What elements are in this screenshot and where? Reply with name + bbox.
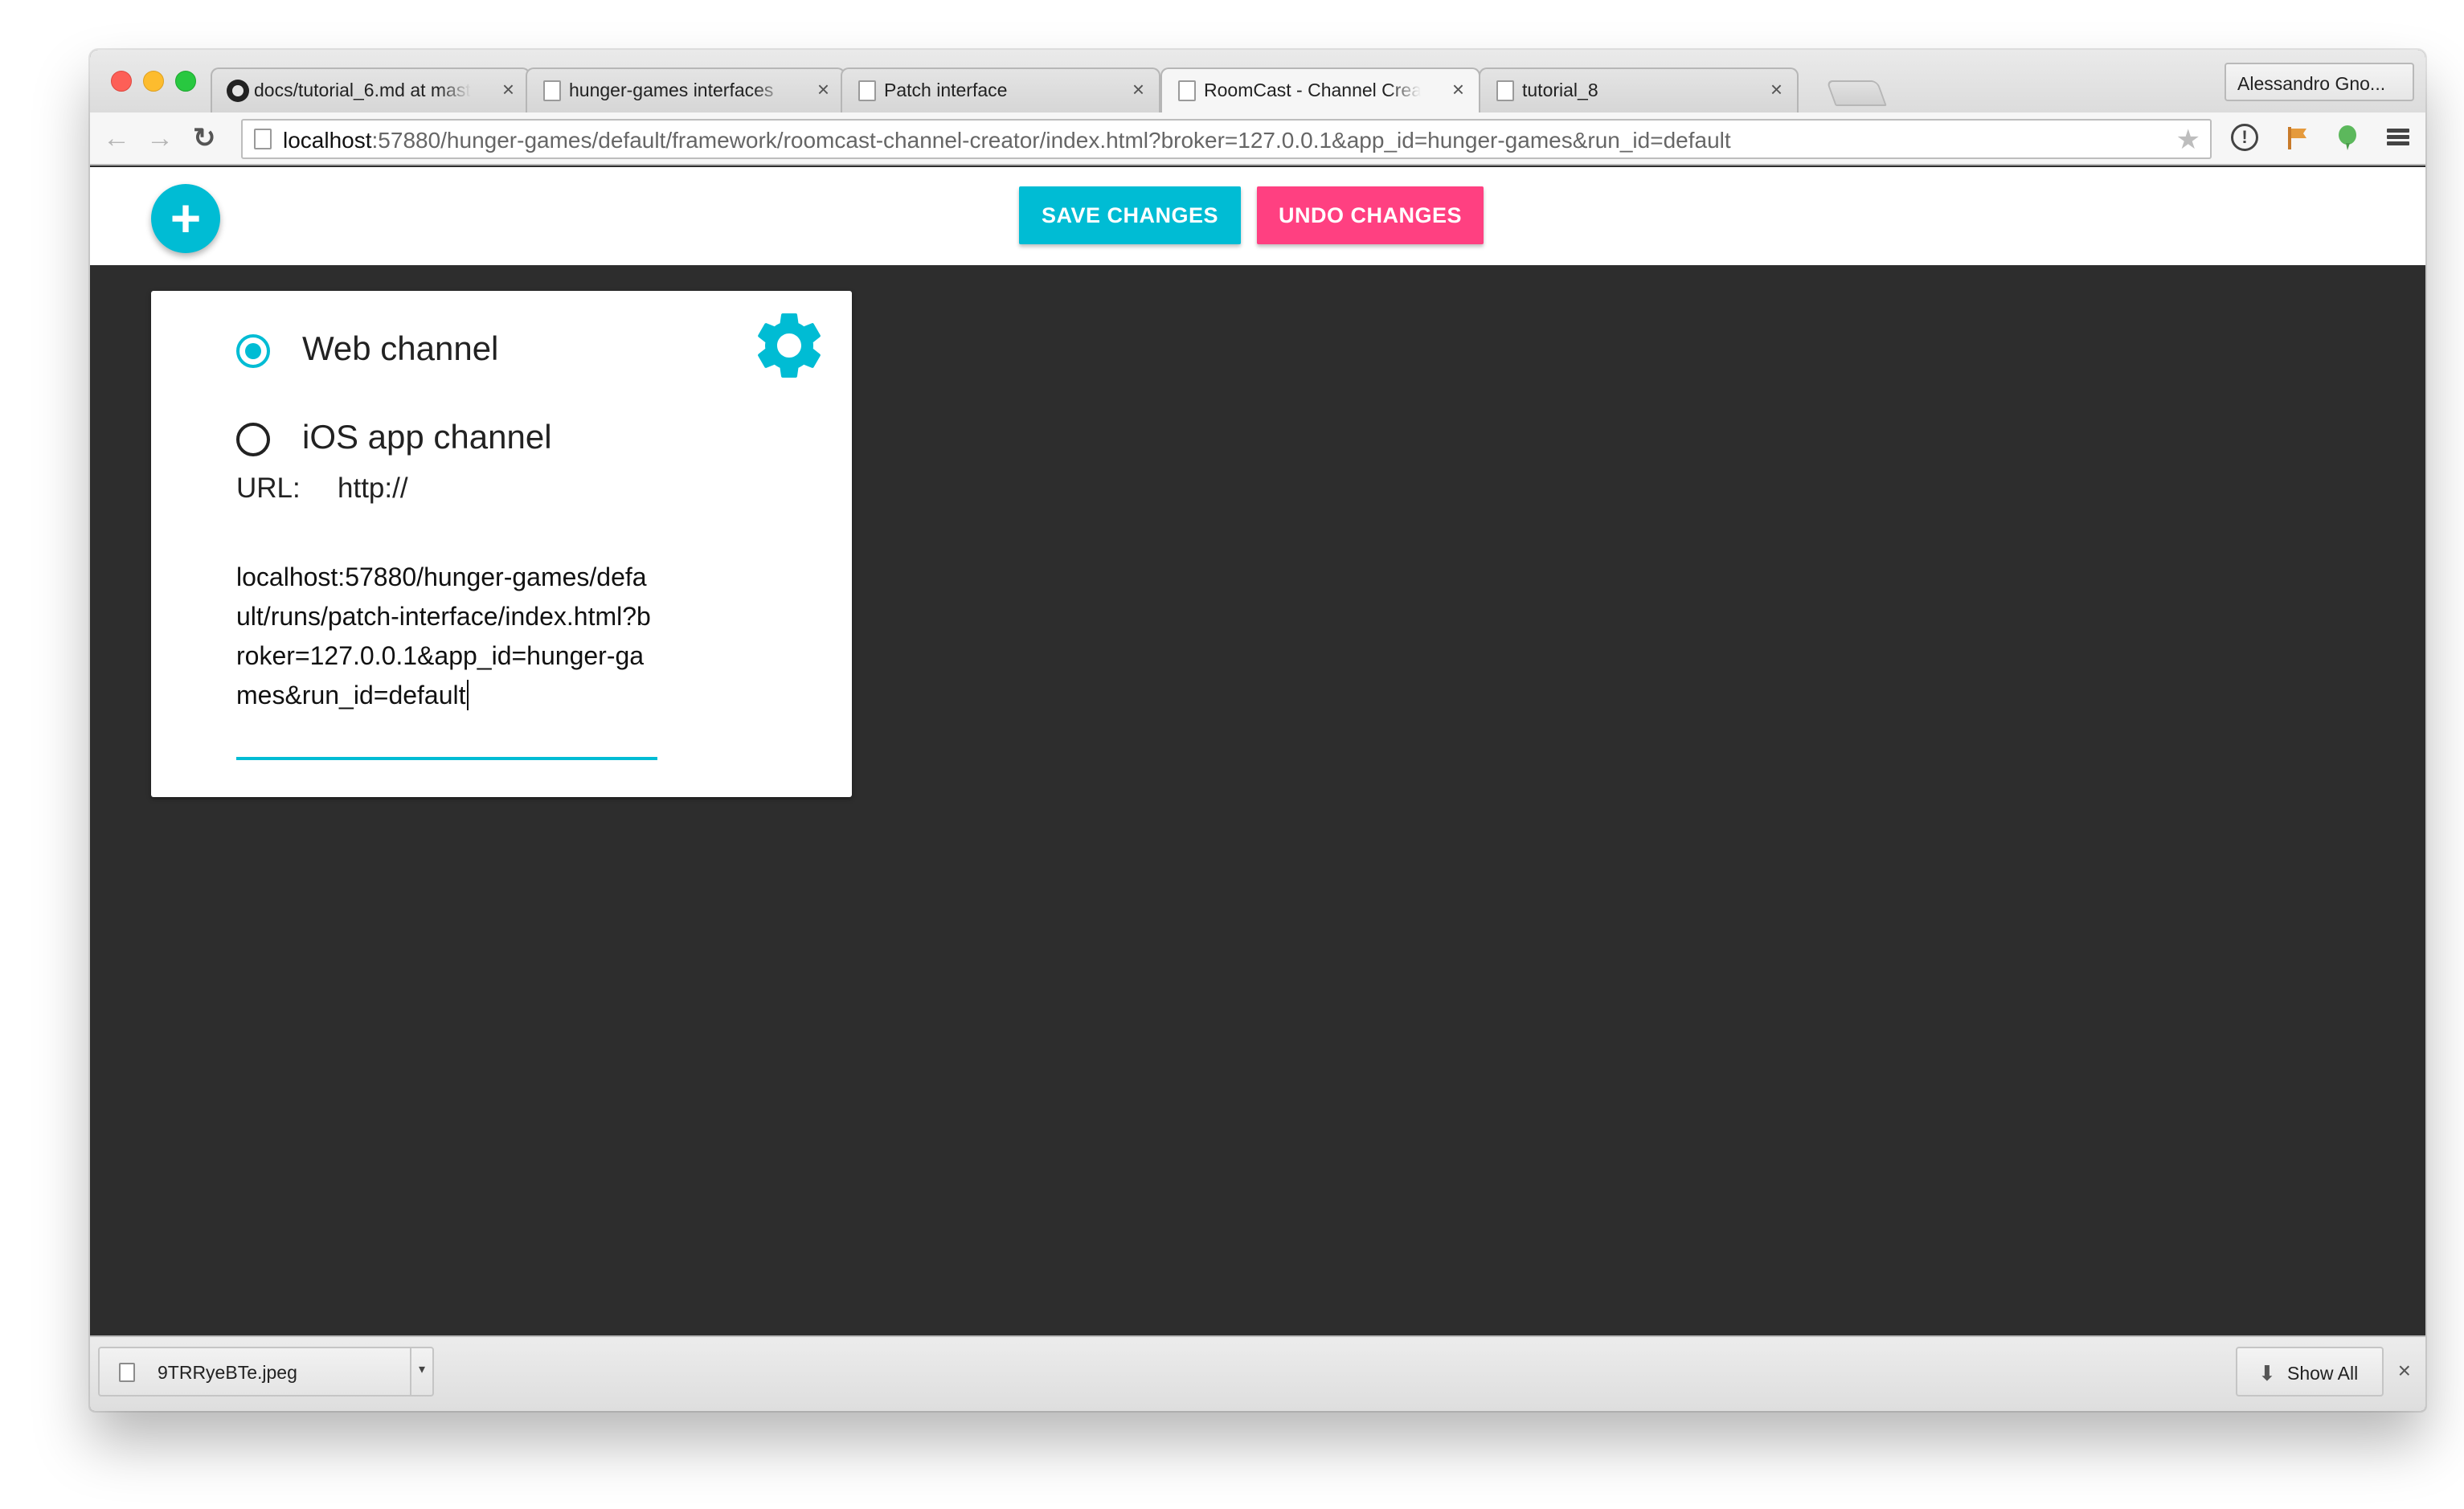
page-icon (1178, 80, 1196, 101)
url-textarea[interactable]: localhost:57880/hunger-games/default/run… (236, 558, 657, 715)
show-all-label: Show All (2287, 1363, 2359, 1384)
tab-close-icon[interactable]: × (1770, 77, 1783, 102)
github-icon (227, 80, 249, 102)
tab-close-icon[interactable]: × (502, 77, 514, 102)
tab-tutorial-6[interactable]: docs/tutorial_6.md at master × (211, 67, 530, 112)
page-icon (254, 129, 272, 149)
url-value: localhost:57880/hunger-games/default/run… (236, 562, 651, 710)
page-header: + SAVE CHANGES UNDO CHANGES (90, 167, 2425, 265)
show-all-downloads-button[interactable]: ⬇ Show All (2236, 1347, 2384, 1397)
channels-area: Web channel iOS app channel URL: http://… (90, 265, 2425, 1335)
zoom-window-button[interactable] (175, 71, 196, 92)
profile-button[interactable]: Alessandro Gno... (2225, 63, 2414, 101)
ios-channel-label: iOS app channel (302, 418, 552, 456)
address-url[interactable]: localhost:57880/hunger-games/default/fra… (283, 128, 1731, 153)
download-arrow-icon: ⬇ (2258, 1361, 2276, 1385)
channel-card: Web channel iOS app channel URL: http://… (151, 291, 852, 797)
download-item[interactable]: 9TRRyeBTe.jpeg ▾ (98, 1347, 434, 1397)
browser-toolbar: ← → ↻ localhost:57880/hunger-games/defau… (90, 112, 2425, 166)
address-path: :57880/hunger-games/default/framework/ro… (371, 128, 1731, 153)
web-channel-radio[interactable] (236, 334, 270, 368)
tab-patch-interface[interactable]: Patch interface × (841, 67, 1160, 112)
ios-channel-radio[interactable] (236, 423, 270, 456)
evernote-icon[interactable] (2334, 124, 2361, 151)
add-channel-button[interactable]: + (151, 184, 220, 253)
tab-strip: docs/tutorial_6.md at master × hunger-ga… (90, 50, 2425, 112)
address-bar[interactable]: localhost:57880/hunger-games/default/fra… (241, 119, 2212, 159)
bookmark-star-icon[interactable]: ★ (2176, 124, 2200, 156)
url-prefix: http:// (338, 472, 408, 504)
page-icon (1496, 80, 1514, 101)
tab-hunger-games-interfaces[interactable]: hunger-games interfaces × (526, 67, 845, 112)
tab-title: hunger-games interfaces (569, 80, 774, 100)
back-button[interactable]: ← (103, 121, 130, 156)
tab-tutorial-8[interactable]: tutorial_8 × (1479, 67, 1799, 112)
new-tab-button[interactable] (1826, 80, 1887, 106)
url-field-underline (236, 757, 657, 760)
url-label: URL: (236, 472, 301, 504)
download-shelf: 9TRRyeBTe.jpeg ▾ ⬇ Show All × (90, 1335, 2425, 1411)
download-file-name: 9TRRyeBTe.jpeg (158, 1362, 297, 1383)
text-caret (466, 680, 469, 710)
tab-close-icon[interactable]: × (1132, 77, 1144, 102)
minimize-window-button[interactable] (143, 71, 164, 92)
save-changes-button[interactable]: SAVE CHANGES (1019, 186, 1241, 244)
close-window-button[interactable] (111, 71, 132, 92)
address-host: localhost (283, 128, 372, 153)
info-icon[interactable]: ! (2231, 124, 2258, 151)
close-shelf-icon[interactable]: × (2398, 1358, 2411, 1384)
forward-button[interactable]: → (146, 121, 174, 156)
reload-button[interactable]: ↻ (193, 121, 216, 156)
tab-title: tutorial_8 (1522, 80, 1598, 100)
tab-title: RoomCast - Channel Creator (1204, 80, 1421, 100)
undo-changes-button[interactable]: UNDO CHANGES (1257, 186, 1484, 244)
tab-close-icon[interactable]: × (1452, 77, 1464, 102)
gear-icon[interactable] (749, 305, 829, 386)
web-channel-label: Web channel (302, 329, 499, 367)
tab-roomcast-channel-creator[interactable]: RoomCast - Channel Creator × (1160, 67, 1480, 112)
tab-close-icon[interactable]: × (817, 77, 829, 102)
menu-icon[interactable] (2385, 124, 2413, 151)
download-menu-chevron-down-icon[interactable]: ▾ (410, 1348, 432, 1395)
browser-window: docs/tutorial_6.md at master × hunger-ga… (90, 50, 2425, 1411)
tab-title: docs/tutorial_6.md at master (254, 80, 471, 100)
file-icon (119, 1363, 135, 1382)
tab-title: Patch interface (884, 80, 1008, 100)
extension-flag-icon[interactable] (2282, 124, 2310, 151)
page-icon (858, 80, 876, 101)
page-icon (543, 80, 561, 101)
